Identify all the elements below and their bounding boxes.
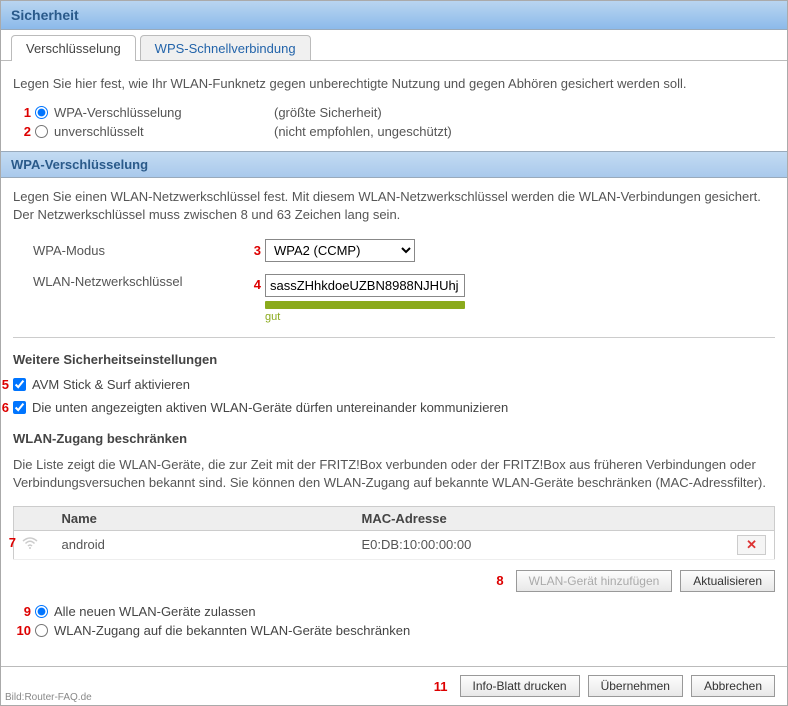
print-button[interactable]: Info-Blatt drucken xyxy=(460,675,580,697)
marker-8: 8 xyxy=(486,573,504,588)
col-name: Name xyxy=(54,506,354,530)
marker-9: 9 xyxy=(13,604,31,619)
marker-5: 5 xyxy=(1,377,9,392)
radio-wpa-label: WPA-Verschlüsselung xyxy=(54,105,274,120)
delete-button[interactable]: ✕ xyxy=(737,535,766,555)
wpa-key-input[interactable] xyxy=(265,274,465,297)
section-wpa: WPA-Verschlüsselung xyxy=(1,151,787,178)
marker-4: 4 xyxy=(243,277,261,292)
wpa-mode-label: WPA-Modus xyxy=(13,243,243,258)
add-device-button[interactable]: WLAN-Gerät hinzufügen xyxy=(516,570,673,592)
radio-wpa-note: (größte Sicherheit) xyxy=(274,105,382,120)
radio-wpa[interactable] xyxy=(35,106,48,119)
divider xyxy=(13,337,775,338)
radio-allow-all[interactable] xyxy=(35,605,48,618)
table-row: 7 android E0:DB:10:00:00:00 ✕ xyxy=(14,530,775,559)
strength-bar xyxy=(265,301,465,309)
radio-none-note: (nicht empfohlen, ungeschützt) xyxy=(274,124,452,139)
tab-wps[interactable]: WPS-Schnellverbindung xyxy=(140,35,311,61)
check-comm[interactable] xyxy=(13,401,26,414)
marker-3: 3 xyxy=(243,243,261,258)
wifi-icon xyxy=(22,537,38,552)
radio-none[interactable] xyxy=(35,125,48,138)
marker-7: 7 xyxy=(1,535,16,550)
col-mac: MAC-Adresse xyxy=(354,506,730,530)
marker-2: 2 xyxy=(13,124,31,139)
radio-restrict-known[interactable] xyxy=(35,624,48,637)
marker-10: 10 xyxy=(13,623,31,638)
footer: 11 Info-Blatt drucken Übernehmen Abbrech… xyxy=(1,666,787,705)
marker-1: 1 xyxy=(13,105,31,120)
device-table: Name MAC-Adresse 7 android E0:DB:10:00:0… xyxy=(13,506,775,560)
radio-none-label: unverschlüsselt xyxy=(54,124,274,139)
restrict-title: WLAN-Zugang beschränken xyxy=(13,431,775,446)
wpa-key-label: WLAN-Netzwerkschlüssel xyxy=(13,274,243,289)
restrict-desc: Die Liste zeigt die WLAN-Geräte, die zur… xyxy=(13,456,775,492)
tab-bar: Verschlüsselung WPS-Schnellverbindung xyxy=(1,30,787,61)
cancel-button[interactable]: Abbrechen xyxy=(691,675,775,697)
check-avm-label: AVM Stick & Surf aktivieren xyxy=(32,377,190,392)
check-comm-label: Die unten angezeigten aktiven WLAN-Gerät… xyxy=(32,400,508,415)
wpa-mode-select[interactable]: WPA2 (CCMP) xyxy=(265,239,415,262)
radio-restrict-known-label: WLAN-Zugang auf die bekannten WLAN-Gerät… xyxy=(54,623,410,638)
page-title: Sicherheit xyxy=(1,1,787,30)
marker-11: 11 xyxy=(430,679,448,694)
tab-encryption[interactable]: Verschlüsselung xyxy=(11,35,136,61)
intro-text: Legen Sie hier fest, wie Ihr WLAN-Funkne… xyxy=(13,75,775,93)
marker-6: 6 xyxy=(1,400,9,415)
strength-text: gut xyxy=(265,311,465,323)
refresh-button[interactable]: Aktualisieren xyxy=(680,570,775,592)
row-name: android xyxy=(54,530,354,559)
row-mac: E0:DB:10:00:00:00 xyxy=(354,530,730,559)
further-title: Weitere Sicherheitseinstellungen xyxy=(13,352,775,367)
content: Legen Sie hier fest, wie Ihr WLAN-Funkne… xyxy=(1,61,787,666)
check-avm[interactable] xyxy=(13,378,26,391)
radio-allow-all-label: Alle neuen WLAN-Geräte zulassen xyxy=(54,604,256,619)
credit-text: Bild:Router-FAQ.de xyxy=(5,692,92,703)
apply-button[interactable]: Übernehmen xyxy=(588,675,683,697)
wpa-desc: Legen Sie einen WLAN-Netzwerkschlüssel f… xyxy=(13,188,775,224)
